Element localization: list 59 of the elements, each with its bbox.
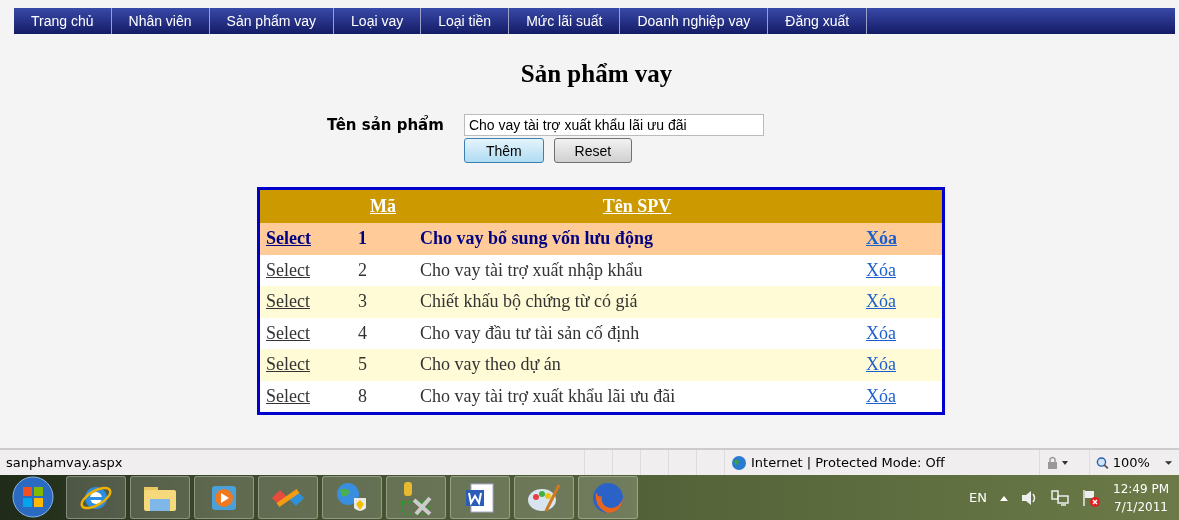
select-link[interactable]: Select	[266, 291, 310, 312]
add-button[interactable]: Thêm	[463, 138, 544, 163]
name-cell: Cho vay tài trợ xuất khẩu lãi ưu đãi	[420, 385, 676, 406]
play-icon[interactable]	[210, 483, 238, 512]
code-cell: 1	[358, 228, 367, 249]
delete-link[interactable]: Xóa	[866, 354, 896, 375]
name-cell: Cho vay bổ sung vốn lưu động	[420, 228, 653, 249]
menu-item[interactable]: Nhân viên	[111, 8, 210, 34]
clock-date[interactable]: 7/1/2011	[1114, 499, 1168, 514]
document-icon[interactable]	[463, 480, 497, 515]
start-button[interactable]	[10, 475, 56, 520]
name-cell: Cho vay tài trợ xuất nhập khẩu	[420, 259, 643, 280]
delete-link[interactable]: Xóa	[866, 291, 896, 312]
code-cell: 5	[358, 354, 367, 375]
select-link[interactable]: Select	[266, 259, 310, 280]
network-icon[interactable]	[1051, 488, 1069, 507]
code-cell: 8	[358, 385, 367, 406]
language-indicator[interactable]: EN	[969, 490, 987, 505]
delete-link[interactable]: Xóa	[866, 228, 897, 249]
lock-icon[interactable]	[1046, 455, 1070, 470]
field-label: Tên sản phẩm	[327, 116, 444, 134]
reset-button[interactable]: Reset	[553, 138, 632, 163]
delete-link[interactable]: Xóa	[866, 259, 896, 280]
menu-item[interactable]: Mức lãi suất	[509, 8, 621, 34]
select-link[interactable]: Select	[266, 322, 310, 343]
menu-item[interactable]: Trang chủ	[14, 8, 112, 34]
menu-item[interactable]: Loại vay	[334, 8, 422, 34]
delete-link[interactable]: Xóa	[866, 322, 896, 343]
status-url: sanphamvay.aspx	[6, 455, 123, 470]
globe-icon	[731, 454, 747, 471]
menu-item[interactable]: Sản phẩm vay	[209, 8, 335, 34]
select-link[interactable]: Select	[266, 354, 310, 375]
tools-icon[interactable]	[398, 479, 434, 516]
menu-item[interactable]: Loại tiền	[421, 8, 510, 34]
name-cell: Cho vay theo dự án	[420, 354, 561, 375]
menu-item[interactable]: Doanh nghiệp vay	[620, 8, 769, 34]
name-cell: Cho vay đầu tư tài sản cố định	[420, 322, 640, 343]
page-title: Sản phẩm vay	[519, 60, 674, 88]
code-cell: 4	[358, 322, 367, 343]
taskbar-button[interactable]	[386, 476, 446, 519]
menu-item[interactable]: Đăng xuất	[768, 8, 868, 34]
security-zone: Internet | Protected Mode: Off	[751, 455, 945, 470]
product-name-field[interactable]: Cho vay tài trợ xuất khẩu lãi ưu đãi	[463, 114, 764, 136]
flag-icon[interactable]	[1081, 487, 1101, 508]
caret-icon[interactable]	[1163, 458, 1173, 467]
select-link[interactable]: Select	[266, 385, 310, 406]
code-cell: 3	[358, 291, 367, 312]
delete-link[interactable]: Xóa	[866, 385, 896, 406]
zoom-level[interactable]: 100%	[1112, 455, 1150, 470]
clock-time[interactable]: 12:49 PM	[1113, 481, 1169, 496]
code-cell: 2	[358, 259, 367, 280]
taskbar-button[interactable]	[322, 476, 382, 519]
taskbar-button[interactable]	[66, 476, 126, 519]
select-link[interactable]: Select	[266, 228, 311, 249]
taskbar-button[interactable]	[130, 476, 190, 519]
zoom-icon[interactable]	[1096, 455, 1109, 470]
taskbar-button[interactable]	[514, 476, 574, 519]
taskbar-button[interactable]	[450, 476, 510, 519]
name-cell: Chiết khấu bộ chứng từ có giá	[420, 291, 638, 312]
